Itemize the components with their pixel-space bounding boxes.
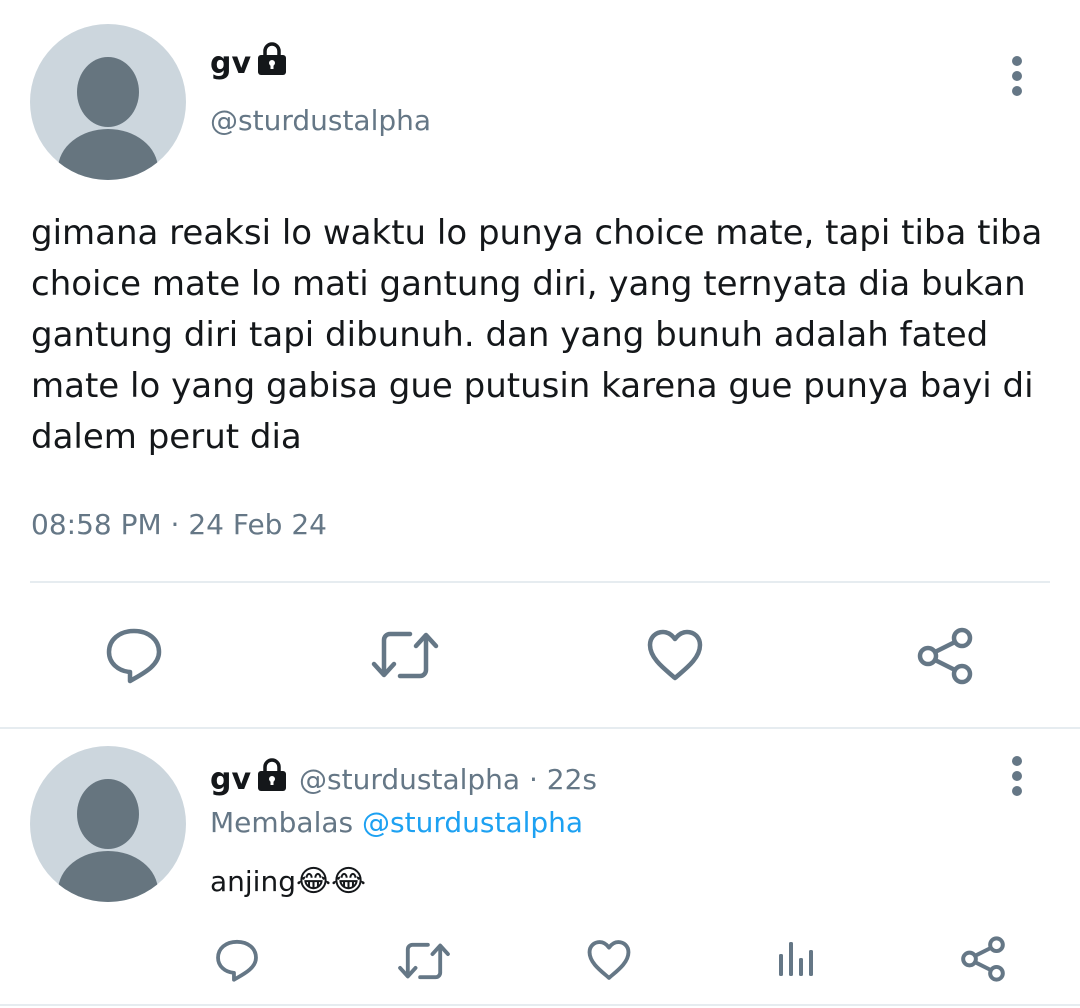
reply-icon[interactable] [104, 626, 164, 684]
avatar-head-shape [77, 57, 139, 127]
tweet-text-line: choice mate lo mati gantung diri, yang t… [31, 264, 1026, 304]
author-name[interactable]: gv [210, 46, 251, 81]
replying-to: Membalas @sturdustalpha [210, 806, 583, 839]
reply-icon[interactable] [214, 938, 260, 982]
laughing-emoji: 😂😂 [295, 864, 367, 899]
tweet-text-line: gantung diri tapi dibunuh. dan yang bunu… [31, 315, 989, 355]
avatar[interactable] [30, 24, 186, 180]
reply-text-row: anjing😂😂 [210, 864, 366, 899]
author-row: gv [210, 41, 289, 81]
divider [0, 727, 1080, 729]
tweet-text: gimana reaksi lo waktu lo punya choice m… [31, 208, 1061, 463]
avatar[interactable] [30, 746, 186, 902]
author-handle[interactable]: @sturdustalpha [210, 104, 431, 137]
lock-icon [258, 757, 287, 791]
replying-prefix: Membalas [210, 806, 354, 839]
analytics-icon[interactable] [776, 938, 816, 978]
share-icon[interactable] [960, 936, 1006, 982]
tweet-text-line: gimana reaksi lo waktu lo punya choice m… [31, 213, 1043, 253]
reply-author-row: gv @sturdustalpha · 22s [210, 757, 597, 797]
reply-text: anjing [210, 865, 296, 898]
divider [30, 581, 1050, 583]
avatar-head-shape [77, 779, 139, 849]
lock-icon [258, 41, 287, 75]
replying-to-link[interactable]: @sturdustalpha [362, 806, 583, 839]
divider [0, 1004, 1080, 1006]
tweet-text-line: mate lo yang gabisa gue putusin karena g… [31, 366, 1034, 406]
like-icon[interactable] [586, 939, 632, 981]
more-options-icon[interactable] [1010, 54, 1024, 98]
avatar-body-shape [58, 851, 158, 902]
tweet-text-line: dalem perut dia [31, 417, 302, 457]
reply-author-name[interactable]: gv [210, 762, 251, 797]
retweet-icon[interactable] [397, 940, 451, 982]
reply-handle-time[interactable]: @sturdustalpha · 22s [299, 763, 597, 796]
more-options-icon[interactable] [1010, 754, 1024, 798]
like-icon[interactable] [646, 628, 704, 682]
avatar-body-shape [58, 129, 158, 180]
tweet-timestamp[interactable]: 08:58 PM · 24 Feb 24 [31, 508, 327, 541]
retweet-icon[interactable] [370, 628, 440, 682]
share-icon[interactable] [916, 627, 974, 685]
